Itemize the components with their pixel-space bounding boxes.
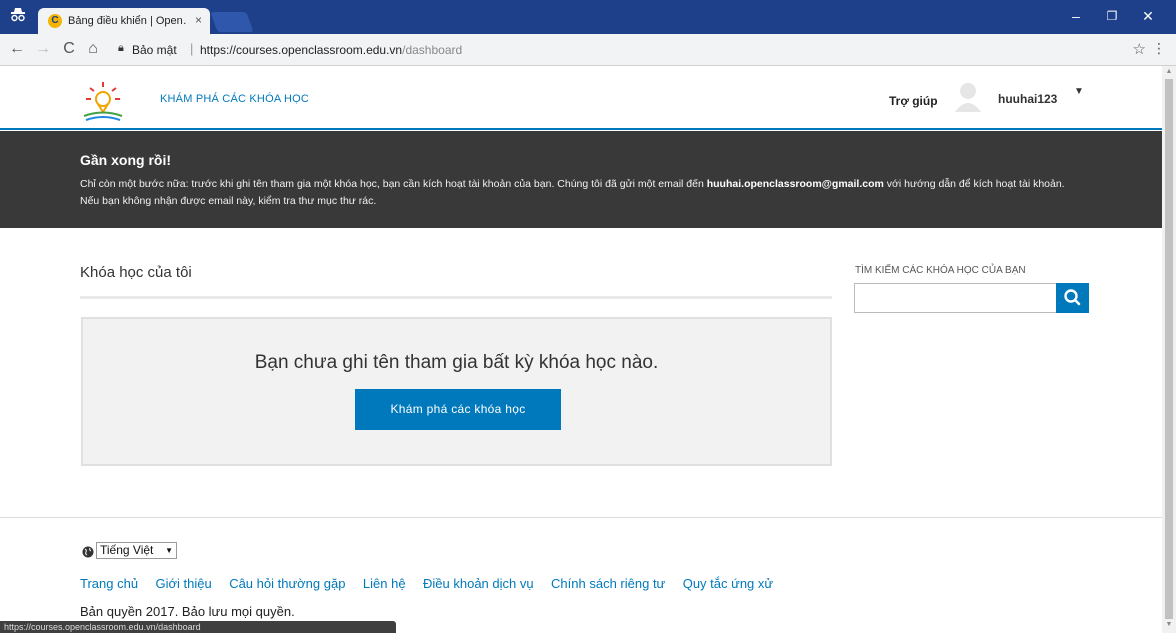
site-header: KHÁM PHÁ CÁC KHÓA HỌC Trợ giúp huuhai123… [0,66,1162,130]
user-menu-caret-icon[interactable]: ▼ [1074,86,1084,97]
bookmark-star-icon[interactable]: ☆ [1133,40,1146,58]
openclassroom-logo[interactable] [80,80,126,124]
footer-divider [0,517,1162,518]
browser-menu-icon[interactable]: ⋮ [1152,40,1166,57]
help-link[interactable]: Trợ giúp [889,94,938,108]
browser-tab[interactable]: C Bảng điều khiển | Open… × [38,8,210,34]
section-divider [80,296,832,299]
lock-icon: 🔒︎ [118,42,124,54]
search-icon [1064,289,1081,306]
activation-banner: Gần xong rồi! Chỉ còn một bước nữa: trướ… [0,131,1162,228]
incognito-icon [8,6,28,26]
language-select[interactable]: Tiếng Việt ▼ [96,542,177,559]
browser-window: C Bảng điều khiển | Open… × – ❐ ✕ ← → C … [0,0,1176,633]
my-courses-title: Khóa học của tôi [80,264,192,281]
empty-courses-message: Bạn chưa ghi tên tham gia bất kỳ khóa họ… [254,352,659,373]
url-path: /dashboard [402,43,463,57]
footer-links: Trang chủ Giới thiệu Câu hỏi thường gặp … [80,575,786,593]
tab-close-icon[interactable]: × [195,13,202,27]
footer-link-contact[interactable]: Liên hệ [363,576,406,591]
chevron-down-icon: ▼ [165,546,173,555]
browser-toolbar: ← → C ⌂ 🔒︎ Bảo mật | https://courses.ope… [0,34,1176,66]
copyright-text: Bản quyền 2017. Bảo lưu mọi quyền. [80,604,295,619]
home-icon[interactable]: ⌂ [84,40,102,58]
window-close-icon[interactable]: ✕ [1134,6,1162,26]
scroll-thumb[interactable] [1165,79,1173,619]
scroll-up-icon[interactable]: ▲ [1165,68,1173,75]
explore-courses-link[interactable]: KHÁM PHÁ CÁC KHÓA HỌC [160,93,309,105]
footer-link-faq[interactable]: Câu hỏi thường gặp [229,576,345,591]
new-tab-button[interactable] [210,12,254,32]
search-input[interactable] [854,283,1057,313]
footer-link-about[interactable]: Giới thiệu [156,576,212,591]
search-button[interactable] [1056,283,1089,313]
address-bar[interactable]: 🔒︎ Bảo mật | https://courses.openclassro… [110,40,1140,60]
explore-courses-button[interactable]: Khám phá các khóa học [355,389,561,430]
search-label: TÌM KIẾM CÁC KHÓA HỌC CỦA BẠN [855,265,1026,276]
tab-title: Bảng điều khiển | Open… [68,15,186,27]
avatar[interactable] [955,82,981,112]
banner-message: Chỉ còn một bước nữa: trước khi ghi tên … [80,176,1080,210]
banner-text-before: Chỉ còn một bước nữa: trước khi ghi tên … [80,178,707,190]
footer-link-home[interactable]: Trang chủ [80,576,138,591]
footer-link-terms[interactable]: Điều khoản dịch vụ [423,576,534,591]
banner-title: Gần xong rồi! [80,152,171,168]
site-favicon-icon: C [48,14,62,28]
status-bubble: https://courses.openclassroom.edu.vn/das… [0,621,396,633]
restore-icon[interactable]: ❐ [1098,6,1126,26]
language-select-value: Tiếng Việt [100,543,154,557]
username[interactable]: huuhai123 [998,92,1057,106]
reload-icon[interactable]: C [60,40,78,58]
url-separator: | [190,41,194,56]
secure-label: Bảo mật [132,43,177,57]
url-host: https://courses.openclassroom.edu.vn [200,43,403,57]
scroll-down-icon[interactable]: ▼ [1165,621,1173,628]
back-icon[interactable]: ← [8,40,26,58]
forward-icon[interactable]: → [34,40,52,58]
globe-icon [82,545,94,558]
footer-link-privacy[interactable]: Chính sách riêng tư [551,576,665,591]
minimize-icon[interactable]: – [1062,6,1090,26]
page-scrollbar[interactable]: ▲ ▼ [1162,66,1176,633]
url-text: https://courses.openclassroom.edu.vn/das… [200,43,462,57]
footer-link-honor-code[interactable]: Quy tắc ứng xử [683,576,773,591]
empty-courses-panel: Bạn chưa ghi tên tham gia bất kỳ khóa họ… [81,317,832,466]
banner-email: huuhai.openclassroom@gmail.com [706,178,884,190]
title-bar: C Bảng điều khiển | Open… × – ❐ ✕ [0,0,1176,34]
